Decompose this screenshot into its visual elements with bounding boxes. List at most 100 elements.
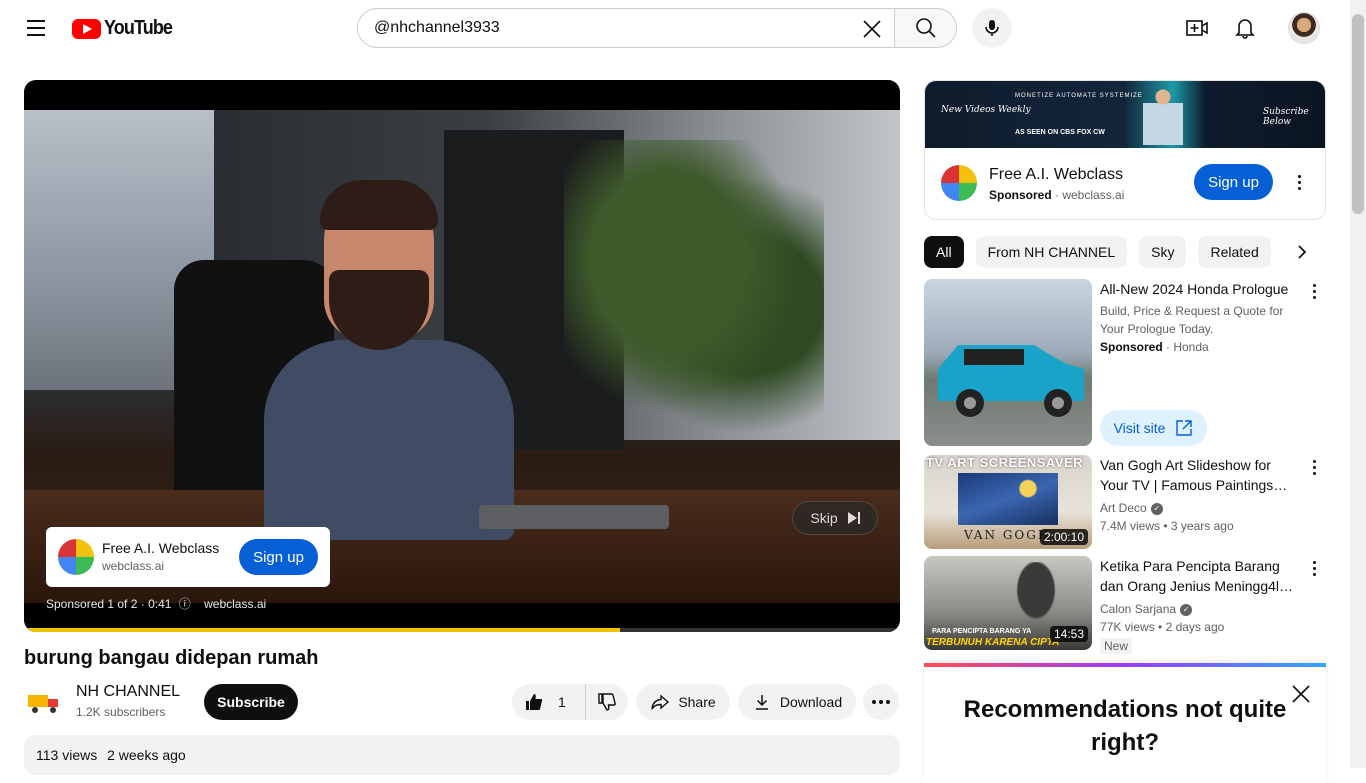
- ad-banner-image[interactable]: New Videos Weekly MONETIZE AUTOMATE SYST…: [925, 81, 1325, 148]
- ad-thumbnail[interactable]: [924, 279, 1092, 446]
- chip-sky[interactable]: Sky: [1139, 236, 1187, 268]
- chip-all[interactable]: All: [924, 236, 964, 268]
- filter-chips: All From NH CHANNEL Sky Related: [924, 236, 1344, 268]
- chips-next-button[interactable]: [1286, 236, 1318, 268]
- thumb-caption-bottom: TERBUNUH KARENA CIPTA: [926, 637, 1060, 648]
- search-input[interactable]: [374, 19, 854, 37]
- like-button[interactable]: 1: [512, 684, 586, 720]
- ad-signup-button[interactable]: Sign up: [1194, 164, 1273, 200]
- verified-icon: ✓: [1150, 502, 1163, 515]
- ad-domain: webclass.ai: [102, 559, 165, 573]
- video-title: All-New 2024 Honda Prologue: [1100, 281, 1289, 297]
- create-button[interactable]: [1177, 8, 1217, 48]
- ad-domain: webclass.ai: [1062, 188, 1125, 202]
- search-button[interactable]: [894, 8, 957, 48]
- truck-icon: [28, 695, 58, 713]
- video-thumbnail[interactable]: PARA PENCIPTA BARANG YA TERBUNUH KARENA …: [924, 556, 1092, 650]
- view-count: 7.4M views: [1100, 519, 1161, 533]
- notifications-button[interactable]: [1225, 8, 1265, 48]
- player-ad-card[interactable]: Free A.I. Webclass webclass.ai Sign up: [46, 527, 330, 587]
- upload-date: 2 weeks ago: [107, 747, 186, 763]
- more-actions-button[interactable]: [863, 684, 899, 720]
- voice-search-button[interactable]: [972, 8, 1012, 48]
- item-menu-button[interactable]: [1302, 455, 1326, 479]
- sponsored-label: Sponsored: [989, 188, 1052, 202]
- video-title: Ketika Para Pencipta Barang dan Orang Je…: [1100, 558, 1294, 594]
- thumbs-down-icon: [598, 693, 616, 711]
- feedback-title: Recommendations not quite right?: [963, 696, 1287, 756]
- sponsored-label: Sponsored: [1100, 340, 1163, 354]
- ad-menu-button[interactable]: [1287, 170, 1311, 194]
- video-title: Van Gogh Art Slideshow for Your TV | Fam…: [1100, 457, 1288, 493]
- info-icon[interactable]: ⓘ: [179, 597, 191, 611]
- skip-next-icon: [847, 512, 860, 524]
- advertiser-name: Honda: [1173, 340, 1209, 354]
- item-menu-button[interactable]: [1302, 556, 1326, 580]
- subscribe-button[interactable]: Subscribe: [204, 684, 298, 720]
- video-player[interactable]: Free A.I. Webclass webclass.ai Sign up S…: [24, 80, 900, 632]
- dislike-button[interactable]: [586, 684, 628, 720]
- view-count: 77K views: [1100, 620, 1155, 634]
- feedback-close-button[interactable]: [1288, 681, 1314, 707]
- feedback-panel: Recommendations not quite right?: [924, 663, 1326, 783]
- download-icon: [755, 695, 768, 710]
- list-item[interactable]: PARA PENCIPTA BARANG YA TERBUNUH KARENA …: [924, 556, 1326, 654]
- banner-right-text: Subscribe Below: [1263, 107, 1309, 127]
- advertiser-logo: [941, 165, 977, 201]
- page-scrollbar[interactable]: [1350, 0, 1366, 768]
- banner-left-text: New Videos Weekly: [941, 105, 1031, 115]
- upload-age: 3 years ago: [1170, 519, 1234, 533]
- search-icon: [915, 18, 936, 38]
- clear-search-button[interactable]: [856, 13, 888, 45]
- video-thumbnail[interactable]: TV ART SCREENSAVER VAN GOGH 2:00:10: [924, 455, 1092, 549]
- companion-ad[interactable]: New Videos Weekly MONETIZE AUTOMATE SYST…: [924, 80, 1326, 220]
- guide-menu-button[interactable]: [18, 10, 54, 46]
- ad-meta: Sponsored · Honda: [1100, 340, 1209, 354]
- share-label: Share: [678, 694, 716, 710]
- ad-meta: Sponsored · webclass.ai: [989, 188, 1125, 202]
- channel-avatar[interactable]: [24, 682, 64, 722]
- close-icon: [863, 20, 881, 38]
- thumb-caption-top: TV ART SCREENSAVER: [926, 455, 1084, 470]
- channel-name: Calon Sarjana: [1100, 602, 1177, 616]
- channel-name[interactable]: NH CHANNEL: [76, 683, 180, 701]
- advertiser-logo: [58, 539, 94, 575]
- banner-press: AS SEEN ON CBS FOX CW: [1015, 129, 1105, 136]
- ad-advertiser-name: Free A.I. Webclass: [989, 166, 1123, 183]
- close-icon: [1292, 685, 1310, 703]
- skip-ad-button[interactable]: Skip: [792, 501, 878, 535]
- subscriber-count: 1.2K subscribers: [76, 705, 166, 719]
- progress-bar[interactable]: [24, 628, 900, 632]
- view-count: 113 views: [36, 747, 98, 763]
- ad-sponsored-info: Sponsored 1 of 2 · 0:41 ⓘ webclass.ai: [46, 595, 266, 612]
- ad-description: Build, Price & Request a Quote for Your …: [1100, 304, 1284, 336]
- share-button[interactable]: Share: [636, 684, 730, 720]
- account-avatar[interactable]: [1288, 12, 1320, 44]
- thumb-caption-bottom: VAN GOGH: [964, 528, 1051, 542]
- sponsored-domain[interactable]: webclass.ai: [204, 597, 266, 611]
- skip-label: Skip: [810, 510, 838, 526]
- scrollbar-thumb[interactable]: [1352, 14, 1364, 214]
- kebab-icon: [1312, 459, 1316, 463]
- presenter-figure: [1143, 85, 1183, 145]
- sponsored-count: Sponsored 1 of 2 · 0:41: [46, 597, 172, 611]
- more-horizontal-icon: [872, 700, 890, 704]
- list-item[interactable]: All-New 2024 Honda Prologue Build, Price…: [924, 279, 1326, 447]
- banner-tagline: MONETIZE AUTOMATE SYSTEMIZE: [1015, 93, 1143, 99]
- kebab-icon: [1312, 560, 1316, 564]
- chip-related[interactable]: Related: [1198, 236, 1271, 268]
- list-item[interactable]: TV ART SCREENSAVER VAN GOGH 2:00:10 Van …: [924, 455, 1326, 549]
- create-video-icon: [1186, 20, 1208, 36]
- masthead: YouTube: [0, 0, 1350, 56]
- channel-name: Art Deco: [1100, 501, 1147, 515]
- search-box: [357, 8, 894, 48]
- new-badge: New: [1100, 638, 1133, 654]
- item-menu-button[interactable]: [1302, 279, 1326, 303]
- ad-signup-button[interactable]: Sign up: [239, 539, 318, 575]
- chip-from-channel[interactable]: From NH CHANNEL: [975, 236, 1128, 268]
- youtube-logo[interactable]: YouTube: [72, 17, 180, 40]
- thumbs-up-icon: [526, 694, 543, 710]
- visit-site-button[interactable]: Visit site: [1100, 410, 1207, 446]
- download-button[interactable]: Download: [738, 684, 856, 720]
- description-box[interactable]: 113 views 2 weeks ago: [24, 735, 900, 775]
